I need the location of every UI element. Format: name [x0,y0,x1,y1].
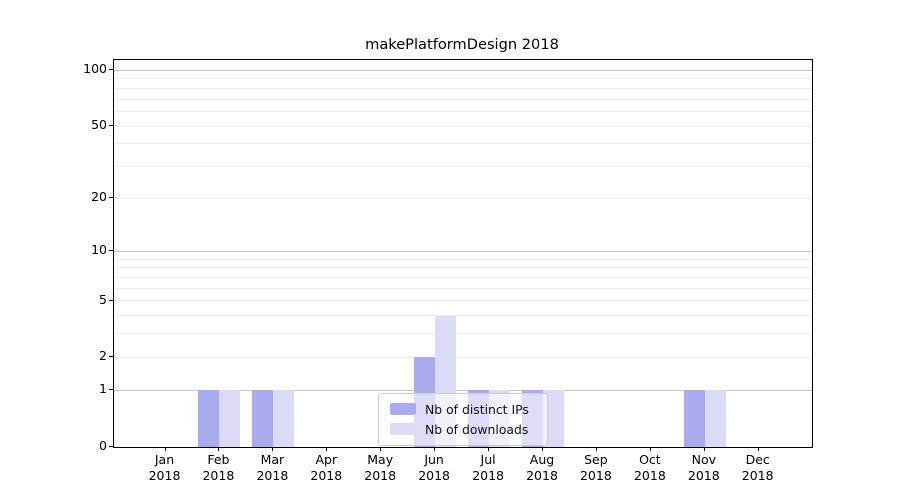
legend-item-distinct-ips: Nb of distinct IPs [390,399,536,419]
legend-label-downloads: Nb of downloads [425,422,528,437]
y-tick-label-2: 2 [57,348,107,364]
gridline-6 [114,288,812,289]
gridline-40 [114,143,812,144]
gridline-10 [114,251,812,252]
gridline-90 [114,78,812,79]
gridline-60 [114,111,812,112]
gridline-4 [114,315,812,316]
gridline-8 [114,267,812,268]
gridline-9 [114,259,812,260]
bar-nov-distinct-ips [684,390,705,447]
bar-mar-distinct-ips [252,390,273,447]
y-tick-mark [109,446,113,447]
y-tick-label-100: 100 [57,61,107,77]
y-tick-label-0: 0 [57,438,107,454]
x-tick-mark [488,447,489,451]
y-tick-label-50: 50 [57,117,107,133]
gridline-5 [114,300,812,301]
bar-feb-distinct-ips [198,390,219,447]
y-tick-mark [109,125,113,126]
y-tick-label-20: 20 [57,189,107,205]
bar-nov-downloads [705,390,726,447]
gridline-7 [114,277,812,278]
y-tick-label-10: 10 [57,242,107,258]
x-tick-label-may: May2018 [350,452,410,483]
x-tick-mark [596,447,597,451]
x-tick-label-dec: Dec2018 [728,452,788,483]
legend-swatch-downloads-icon [390,423,416,435]
gridline-20 [114,198,812,199]
gridline-30 [114,166,812,167]
x-tick-label-nov: Nov2018 [674,452,734,483]
y-tick-mark [109,300,113,301]
y-tick-mark [109,69,113,70]
gridline-3 [114,333,812,334]
bar-mar-downloads [273,390,294,447]
y-tick-mark [109,250,113,251]
y-tick-label-5: 5 [57,292,107,308]
x-tick-label-feb: Feb2018 [188,452,248,483]
x-tick-mark [434,447,435,451]
x-tick-mark [380,447,381,451]
y-tick-mark [109,356,113,357]
x-tick-mark [272,447,273,451]
plot-area: Nb of distinct IPs Nb of downloads [113,59,813,448]
x-tick-label-apr: Apr2018 [296,452,356,483]
legend: Nb of distinct IPs Nb of downloads [378,393,548,446]
x-tick-label-jul: Jul2018 [458,452,518,483]
x-tick-label-aug: Aug2018 [512,452,572,483]
figure: makePlatformDesign 2018 Nb of distinct I… [0,0,900,500]
x-tick-mark [542,447,543,451]
gridline-100 [114,70,812,71]
gridline-80 [114,88,812,89]
legend-item-downloads: Nb of downloads [390,419,536,439]
x-tick-label-mar: Mar2018 [242,452,302,483]
x-tick-mark [218,447,219,451]
x-tick-mark [165,447,166,451]
y-tick-mark [109,197,113,198]
gridline-2 [114,357,812,358]
x-tick-label-sep: Sep2018 [566,452,626,483]
x-tick-label-jan: Jan2018 [135,452,195,483]
x-tick-label-jun: Jun2018 [404,452,464,483]
chart-title: makePlatformDesign 2018 [113,36,811,56]
bar-feb-downloads [219,390,240,447]
x-tick-label-oct: Oct2018 [620,452,680,483]
gridline-50 [114,126,812,127]
x-tick-mark [704,447,705,451]
legend-swatch-distinct-ips-icon [390,403,416,415]
x-tick-mark [758,447,759,451]
x-tick-mark [650,447,651,451]
gridline-70 [114,99,812,100]
x-tick-mark [326,447,327,451]
y-tick-label-1: 1 [57,381,107,397]
y-tick-mark [109,389,113,390]
legend-label-distinct-ips: Nb of distinct IPs [425,402,529,417]
